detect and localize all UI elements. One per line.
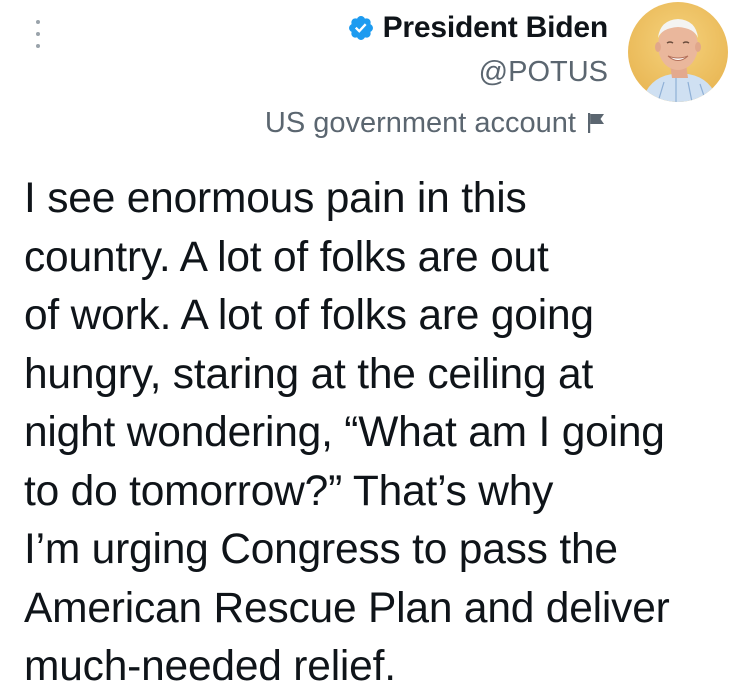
name-row[interactable]: President Biden	[347, 10, 608, 46]
flag-icon	[588, 113, 604, 133]
tweet-text-line: night wondering, “What am I going	[24, 409, 665, 456]
tweet-text: I see enormous pain in this country. A l…	[24, 170, 740, 697]
verified-badge-icon	[348, 16, 373, 40]
tweet-text-line: American Rescue Plan and deliver	[24, 584, 670, 632]
profile-photo	[628, 2, 728, 102]
account-label-text: US government account	[264, 106, 576, 139]
tweet-text-line: to do tomorrow?” That’s why	[24, 467, 554, 515]
tweet-text-line: I see enormous pain in this	[24, 175, 527, 222]
avatar[interactable]	[628, 2, 728, 102]
tweet-text-line: hungry, staring at the ceiling at	[24, 350, 594, 398]
display-name[interactable]: President Biden	[383, 11, 609, 45]
tweet: President Biden @POTUS US government acc…	[0, 0, 750, 695]
tweet-text-line: country. A lot of folks are out	[24, 233, 549, 281]
tweet-text-line: of work. A lot of folks are going	[24, 292, 594, 339]
tweet-text-line: much-needed relief.	[24, 643, 396, 690]
account-label[interactable]: US government account	[265, 104, 608, 142]
tweet-text-line: I’m urging Congress to pass the	[24, 526, 618, 573]
user-handle[interactable]: @POTUS	[479, 56, 608, 89]
